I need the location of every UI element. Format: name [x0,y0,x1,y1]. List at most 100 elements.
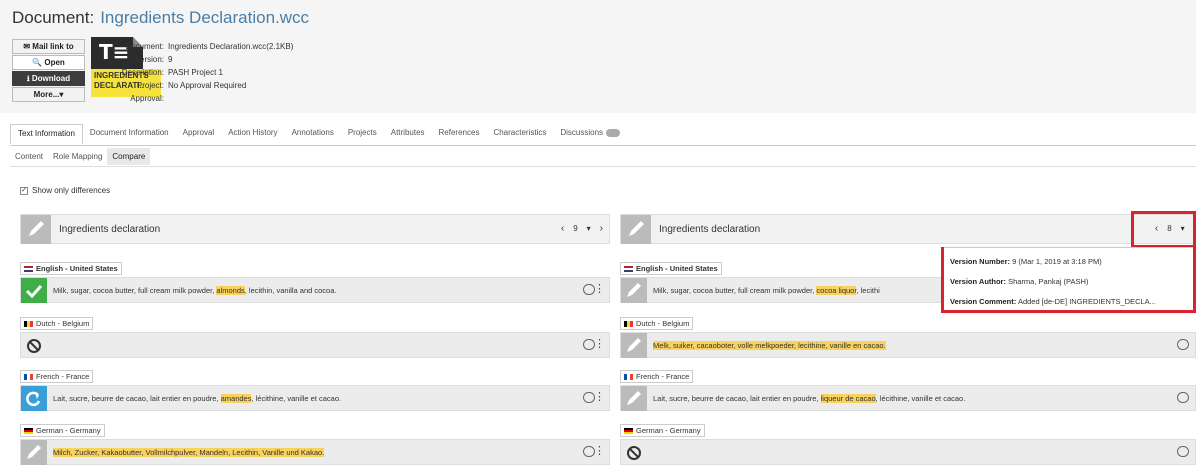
comment-icon[interactable] [1177,446,1189,457]
language-name: Dutch - Belgium [36,319,90,328]
show-differences-option: ✓ Show only differences [20,186,110,195]
right-translation-row[interactable]: Lait, sucre, beurre de cacao, lait entie… [620,385,1196,411]
flag-icon [24,373,33,380]
meta-version-value: 9 [168,55,173,64]
document-filename: Ingredients Declaration.wcc [100,8,310,27]
pencil-icon[interactable] [621,278,647,303]
language-name: French - France [36,372,90,381]
language-name: English - United States [36,264,118,273]
pencil-icon [621,215,651,244]
tab-references[interactable]: References [432,124,487,144]
left-language-label: Dutch - Belgium [20,317,94,330]
tab-attributes[interactable]: Attributes [384,124,432,144]
next-version-button[interactable]: › [600,223,603,234]
left-version-number: 9 [573,224,578,233]
left-translation-row[interactable]: Milch, Zucker, Kakaobutter, Vollmilchpul… [20,439,610,465]
translation-text: Lait, sucre, beurre de cacao, lait entie… [653,394,966,403]
right-language-label: French - France [620,370,694,383]
left-version-pager: ‹ 9 ▾ › [561,223,603,234]
translation-text: Lait, sucre, beurre de cacao, lait entie… [53,394,342,403]
tab-action-history[interactable]: Action History [221,124,284,144]
tab-discussions[interactable]: Discussions [553,124,627,144]
version-selector-highlight [1131,211,1196,248]
sub-tabs: Content Role Mapping Compare [10,148,151,165]
discussion-count-badge [606,128,621,137]
right-language-label: German - Germany [620,424,705,437]
difference-highlight: Milch, Zucker, Kakaobutter, Vollmilchpul… [53,448,325,457]
check-icon[interactable] [21,278,47,303]
prev-version-button[interactable]: ‹ [561,223,564,234]
comment-icon[interactable] [1177,392,1189,403]
comment-icon[interactable] [1177,339,1189,350]
tab-annotations[interactable]: Annotations [285,124,341,144]
subtab-content[interactable]: Content [10,148,48,165]
right-translation-row[interactable]: Melk, suiker, cacaoboter, volle melkpoed… [620,332,1196,358]
difference-highlight: cocoa liquor [816,286,857,295]
flag-icon [624,265,633,272]
language-name: German - Germany [636,426,701,435]
difference-highlight: liqueur de cacao [820,394,876,403]
difference-highlight: Melk, suiker, cacaoboter, volle melkpoed… [653,341,886,350]
translation-text: Milk, sugar, cocoa butter, full cream mi… [653,286,880,295]
left-language-label: French - France [20,370,94,383]
translation-text: Milk, sugar, cocoa butter, full cream mi… [53,286,337,295]
title-prefix: Document: [12,8,95,27]
flag-icon [24,320,33,327]
left-translation-row[interactable]: Lait, sucre, beurre de cacao, lait entie… [20,385,610,411]
right-translation-row[interactable] [620,439,1196,465]
more-options-icon[interactable]: ⋮ [594,339,605,350]
left-language-label: German - Germany [20,424,105,437]
language-name: English - United States [636,264,718,273]
difference-highlight: almonds [216,286,245,295]
right-compare-panel: Ingredients declaration ‹ 8 ▾ › [620,214,1196,244]
tooltip-highlight [941,247,1196,313]
tab-text-information[interactable]: Text Information [10,124,83,144]
meta-project-label: Project: [136,81,164,90]
show-differences-checkbox[interactable]: ✓ [20,186,28,195]
right-panel-header: Ingredients declaration ‹ 8 ▾ › [620,214,1196,244]
pencil-icon[interactable] [21,440,47,465]
page-title: Document: Ingredients Declaration.wcc [12,8,309,28]
left-language-label: English - United States [20,262,122,275]
left-panel-title: Ingredients declaration [59,224,161,235]
difference-highlight: amandes [220,394,252,403]
tab-document-information[interactable]: Document Information [83,124,176,144]
show-differences-label: Show only differences [32,186,111,195]
flag-icon [24,265,33,272]
meta-document-value: Ingredients Declaration.wcc(2.1KB) [168,42,294,51]
meta-document-label: Document: [125,42,164,51]
left-translation-row[interactable]: ⋮ [20,332,610,358]
block-icon[interactable] [621,440,647,465]
tab-characteristics[interactable]: Characteristics [486,124,553,144]
left-translation-row[interactable]: Milk, sugar, cocoa butter, full cream mi… [20,277,610,303]
more-options-icon[interactable]: ⋮ [594,446,605,457]
pencil-icon [21,215,51,244]
translation-text: Melk, suiker, cacaoboter, volle melkpoed… [653,341,886,350]
language-name: German - Germany [36,426,101,435]
flag-icon [24,427,33,434]
block-icon[interactable] [21,333,47,358]
flag-icon [624,320,633,327]
subtab-role-mapping[interactable]: Role Mapping [48,148,107,165]
right-language-label: Dutch - Belgium [620,317,694,330]
meta-project-value: PASH Project 1 [168,68,223,77]
refresh-icon[interactable] [21,386,47,411]
right-language-label: English - United States [620,262,722,275]
language-name: Dutch - Belgium [636,319,690,328]
main-tabs: Text Information Document Information Ap… [10,124,627,144]
version-dropdown-icon[interactable]: ▾ [587,223,591,234]
pencil-icon[interactable] [621,386,647,411]
tab-approval[interactable]: Approval [176,124,222,144]
tab-projects[interactable]: Projects [341,124,384,144]
meta-version-label: Version: [135,55,164,64]
meta-approval-label: Approval: [130,94,164,103]
more-options-icon[interactable]: ⋮ [594,284,605,295]
left-compare-panel: Ingredients declaration ‹ 9 ▾ › [20,214,610,244]
subtab-compare[interactable]: Compare [107,148,151,165]
flag-icon [624,373,633,380]
pencil-icon[interactable] [621,333,647,358]
flag-icon [624,427,633,434]
meta-approval-value: No Approval Required [168,81,247,90]
meta-description-label: Description: [121,68,164,77]
more-options-icon[interactable]: ⋮ [594,392,605,403]
